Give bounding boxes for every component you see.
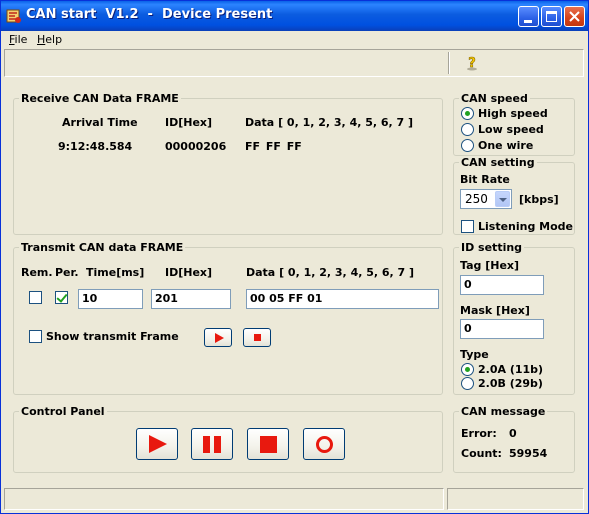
toolbar: ? — [4, 49, 584, 77]
status-pane-main — [4, 488, 444, 510]
close-icon — [569, 11, 580, 22]
id-value: 00000206 — [165, 140, 227, 153]
title-bar[interactable]: CAN start V1.2 - Device Present — [1, 1, 588, 31]
type-label: Type — [460, 348, 489, 361]
menu-file[interactable]: File — [9, 33, 27, 46]
minimize-icon — [524, 20, 532, 23]
transmit-group: Transmit CAN data FRAME Rem. Per. Time[m… — [13, 241, 443, 395]
stop-small-icon — [254, 334, 261, 341]
count-value: 59954 — [509, 447, 548, 460]
menu-help[interactable]: Help — [37, 33, 62, 46]
bit-rate-unit: [kbps] — [519, 193, 559, 206]
receive-group: Receive CAN Data FRAME Arrival Time ID[H… — [13, 92, 443, 235]
per-checkbox[interactable] — [55, 291, 68, 304]
radio-type-29b[interactable] — [461, 377, 474, 390]
can-app-icon — [6, 9, 21, 23]
tx-data-input[interactable]: 00 05 FF 01 — [246, 289, 439, 309]
label-type-11b: 2.0A (11b) — [478, 363, 544, 376]
receive-group-title: Receive CAN Data FRAME — [19, 92, 181, 105]
tag-input[interactable]: 0 — [460, 275, 544, 295]
pause-icon — [203, 436, 223, 453]
data-value: FF FF FF — [245, 140, 302, 153]
show-transmit-checkbox[interactable] — [29, 330, 42, 343]
status-bar — [4, 488, 584, 510]
can-setting-title: CAN setting — [459, 156, 537, 169]
show-transmit-label: Show transmit Frame — [46, 330, 179, 343]
stop-button[interactable] — [247, 428, 289, 460]
count-label: Count: — [461, 447, 502, 460]
mask-label: Mask [Hex] — [460, 304, 530, 317]
id-setting-title: ID setting — [459, 241, 525, 254]
tx-data-header: Data [ 0, 1, 2, 3, 4, 5, 6, 7 ] — [246, 266, 415, 279]
play-icon — [149, 435, 167, 453]
label-type-29b: 2.0B (29b) — [478, 377, 543, 390]
time-ms-header: Time[ms] — [86, 266, 145, 279]
per-header: Per. — [55, 266, 79, 279]
minimize-button[interactable] — [518, 6, 539, 27]
time-ms-input[interactable]: 10 — [78, 289, 143, 309]
bit-rate-label: Bit Rate — [460, 173, 510, 186]
question-mark-icon[interactable]: ? — [464, 55, 480, 71]
status-pane-right — [447, 488, 584, 510]
can-speed-group: CAN speed High speed Low speed One wire — [453, 92, 575, 156]
transmit-start-button[interactable] — [204, 328, 232, 347]
tx-id-header: ID[Hex] — [165, 266, 213, 279]
pause-button[interactable] — [191, 428, 233, 460]
listening-mode-label: Listening Mode — [478, 220, 574, 233]
menu-bar: File Help — [1, 31, 588, 50]
app-window: CAN start V1.2 - Device Present File Hel… — [0, 0, 589, 514]
arrival-time-header: Arrival Time — [62, 116, 138, 129]
transmit-group-title: Transmit CAN data FRAME — [19, 241, 186, 254]
record-button[interactable] — [303, 428, 345, 460]
close-button[interactable] — [564, 6, 585, 27]
tag-label: Tag [Hex] — [460, 259, 520, 272]
bit-rate-value: 250 — [465, 192, 488, 206]
can-setting-group: CAN setting Bit Rate 250 [kbps] Listenin… — [453, 156, 575, 235]
radio-low-speed[interactable] — [461, 123, 474, 136]
radio-high-speed[interactable] — [461, 107, 474, 120]
toolbar-separator — [448, 52, 450, 74]
radio-one-wire[interactable] — [461, 139, 474, 152]
play-small-icon — [215, 333, 224, 343]
arrival-time-value: 9:12:48.584 — [58, 140, 133, 153]
control-panel-title: Control Panel — [19, 405, 107, 418]
label-low-speed: Low speed — [478, 123, 544, 136]
data-header: Data [ 0, 1, 2, 3, 4, 5, 6, 7 ] — [245, 116, 414, 129]
mask-input[interactable]: 0 — [460, 319, 544, 339]
radio-type-11b[interactable] — [461, 363, 474, 376]
id-setting-group: ID setting Tag [Hex] 0 Mask [Hex] 0 Type… — [453, 241, 575, 395]
label-high-speed: High speed — [478, 107, 548, 120]
can-speed-title: CAN speed — [459, 92, 530, 105]
error-value: 0 — [509, 427, 517, 440]
play-button[interactable] — [136, 428, 178, 460]
rem-header: Rem. — [21, 266, 53, 279]
svg-text:?: ? — [468, 56, 476, 71]
maximize-button[interactable] — [541, 6, 562, 27]
label-one-wire: One wire — [478, 139, 534, 152]
can-message-title: CAN message — [459, 405, 548, 418]
maximize-icon — [546, 11, 557, 22]
record-icon — [316, 436, 333, 453]
error-label: Error: — [461, 427, 497, 440]
bit-rate-select[interactable]: 250 — [460, 189, 512, 209]
can-message-group: CAN message Error: 0 Count: 59954 — [453, 405, 575, 473]
rem-checkbox[interactable] — [29, 291, 42, 304]
tx-id-input[interactable]: 201 — [151, 289, 231, 309]
window-title: CAN start V1.2 - Device Present — [26, 7, 273, 22]
control-panel-group: Control Panel — [13, 405, 443, 473]
listening-mode-checkbox[interactable] — [461, 220, 474, 233]
transmit-stop-button[interactable] — [243, 328, 271, 347]
chevron-down-icon[interactable] — [495, 191, 510, 207]
id-hex-header: ID[Hex] — [165, 116, 213, 129]
stop-icon — [260, 436, 277, 453]
